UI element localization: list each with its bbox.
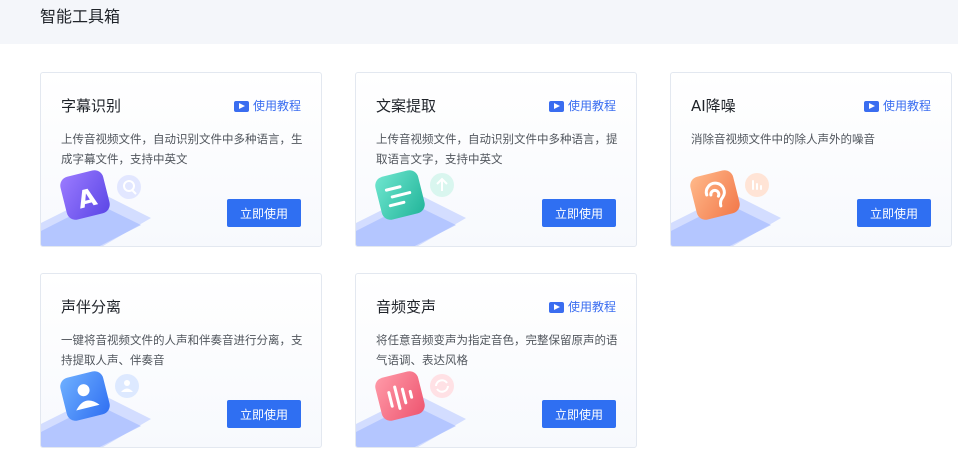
tool-card-text-extract: 文案提取 使用教程 上传音视频文件，自动识别文件中多种语言，提取语言文字，支持中… xyxy=(355,72,637,247)
tutorial-link[interactable]: 使用教程 xyxy=(548,97,616,115)
use-button[interactable]: 立即使用 xyxy=(227,199,301,227)
play-icon xyxy=(863,100,879,112)
card-title: 文案提取 xyxy=(376,97,437,115)
card-description: 消除音视频文件中的除人声外的噪音 xyxy=(691,132,875,146)
tool-card-vocal-separation: 声伴分离 一键将音视频文件的人声和伴奏音进行分离，支持提取人声、伴奏音 立即使用 xyxy=(40,273,322,448)
tool-card-subtitle: 字幕识别 使用教程 上传音视频文件，自动识别文件中多种语言，生成字幕文件，支持中… xyxy=(40,72,322,247)
text-extract-icon xyxy=(356,170,466,246)
play-icon xyxy=(233,100,249,112)
subtitle-a-icon: A xyxy=(41,170,151,246)
tutorial-label: 使用教程 xyxy=(252,99,301,113)
tutorial-link[interactable]: 使用教程 xyxy=(548,298,616,316)
tutorial-link[interactable]: 使用教程 xyxy=(863,97,931,115)
tutorial-label: 使用教程 xyxy=(882,99,931,113)
page-title: 智能工具箱 xyxy=(40,7,121,26)
use-button[interactable]: 立即使用 xyxy=(542,199,616,227)
use-button[interactable]: 立即使用 xyxy=(227,400,301,428)
card-title: 字幕识别 xyxy=(61,97,122,115)
person-icon xyxy=(41,371,151,447)
tutorial-link[interactable]: 使用教程 xyxy=(233,97,301,115)
card-title: 音频变声 xyxy=(376,298,437,316)
use-button[interactable]: 立即使用 xyxy=(857,199,931,227)
card-title: AI降噪 xyxy=(691,97,736,115)
voice-wave-icon xyxy=(356,371,466,447)
tutorial-label: 使用教程 xyxy=(567,300,616,314)
tutorial-label: 使用教程 xyxy=(567,99,616,113)
tool-card-voice-change: 音频变声 使用教程 将任意音频变声为指定音色，完整保留原声的语气语调、表达风格 … xyxy=(355,273,637,448)
play-icon xyxy=(548,301,564,313)
card-title: 声伴分离 xyxy=(61,298,122,316)
use-button[interactable]: 立即使用 xyxy=(542,400,616,428)
header: 智能工具箱 xyxy=(0,0,958,44)
ear-icon xyxy=(671,170,781,246)
tool-card-ai-denoise: AI降噪 使用教程 消除音视频文件中的除人声外的噪音 立即使用 xyxy=(670,72,952,247)
play-icon xyxy=(548,100,564,112)
